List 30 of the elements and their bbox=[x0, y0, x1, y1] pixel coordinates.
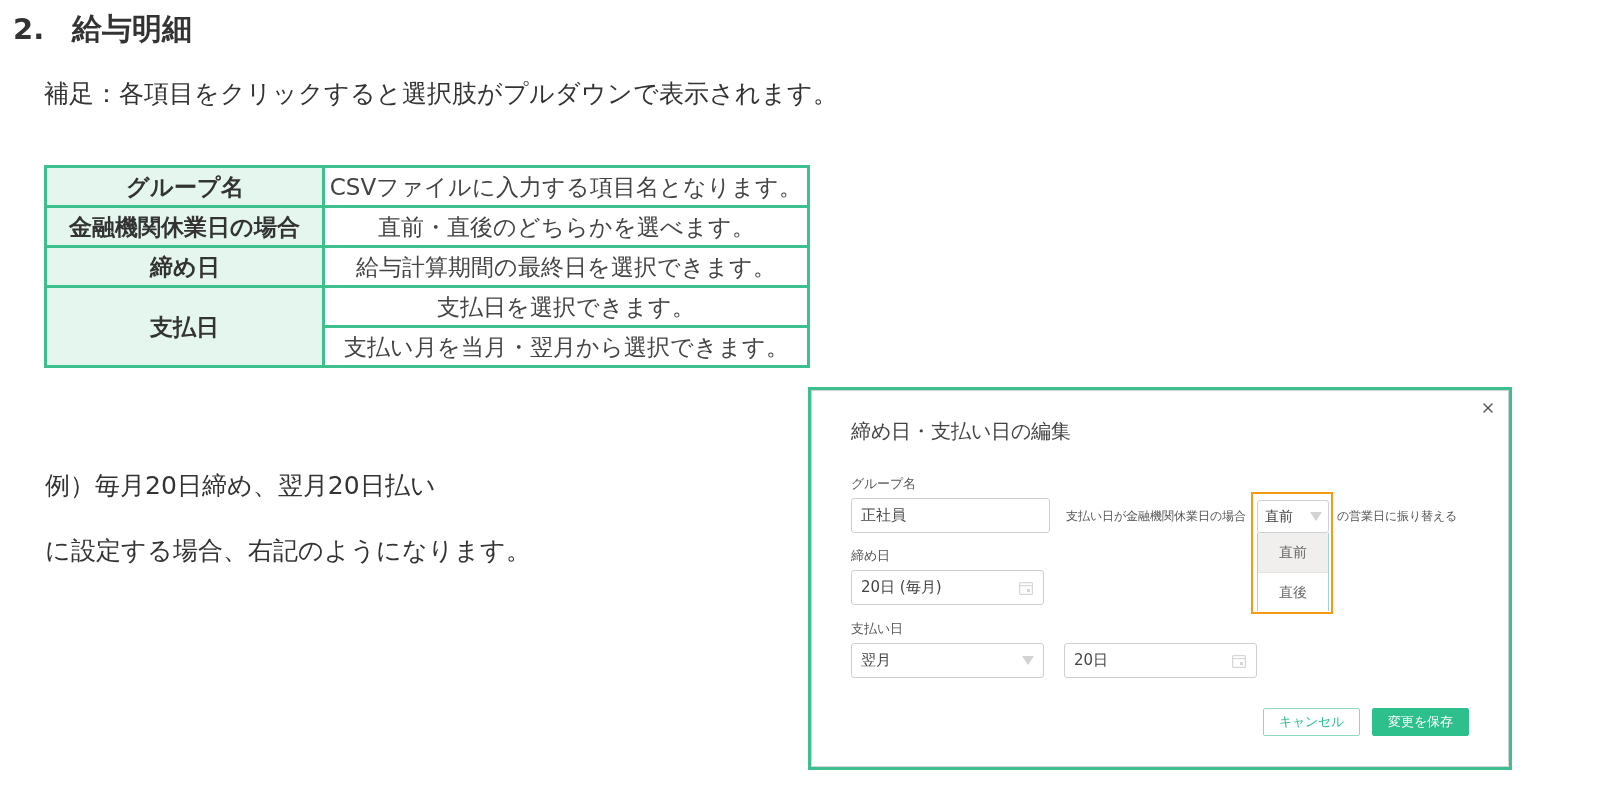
caret-icon bbox=[1310, 512, 1322, 521]
example-text: 例）毎月20日締め、翌月20日払い bbox=[45, 470, 436, 502]
field-label: 支払い日 bbox=[851, 621, 903, 637]
table-cell: 直前・直後のどちらかを選べます。 bbox=[323, 206, 809, 247]
dialog-title: 締め日・支払い日の編集 bbox=[851, 418, 1071, 444]
group-name-field[interactable]: 正社員 bbox=[851, 498, 1050, 533]
holiday-shift-select[interactable]: 直前 bbox=[1257, 500, 1329, 533]
holiday-shift-label: 支払い日が金融機関休業日の場合 bbox=[1066, 507, 1246, 525]
calendar-icon bbox=[1019, 580, 1033, 595]
calendar-icon bbox=[1232, 653, 1246, 668]
dropdown-option[interactable]: 直前 bbox=[1258, 533, 1328, 572]
row-header-cell: 締め日 bbox=[45, 246, 324, 287]
table-cell: CSVファイルに入力する項目名となります。 bbox=[323, 166, 809, 207]
row-header-cell: 支払日 bbox=[45, 286, 324, 367]
section-title: 給与明細 bbox=[72, 11, 192, 47]
table-cell: 給与計算期間の最終日を選択できます。 bbox=[323, 246, 809, 287]
table-cell: 支払い月を当月・翌月から選択できます。 bbox=[323, 326, 809, 367]
section-number: 2. bbox=[13, 11, 46, 47]
field-label: グループ名 bbox=[851, 476, 916, 492]
pay-month-select[interactable]: 翌月 bbox=[851, 643, 1044, 678]
holiday-shift-suffix: の営業日に振り替える bbox=[1337, 507, 1457, 525]
note-text: 補足：各項目をクリックすると選択肢がプルダウンで表示されます。 bbox=[44, 79, 838, 109]
row-header-cell: グループ名 bbox=[45, 166, 324, 207]
table-cell: 支払日を選択できます。 bbox=[323, 286, 809, 327]
field-label: 締め日 bbox=[851, 548, 890, 564]
closing-day-field[interactable]: 20日 (毎月) bbox=[851, 570, 1044, 605]
caret-icon bbox=[1022, 656, 1034, 665]
example-text: に設定する場合、右記のようになります。 bbox=[45, 535, 531, 567]
row-header-cell: 金融機関休業日の場合 bbox=[45, 206, 324, 247]
pay-day-field[interactable]: 20日 bbox=[1064, 643, 1257, 678]
